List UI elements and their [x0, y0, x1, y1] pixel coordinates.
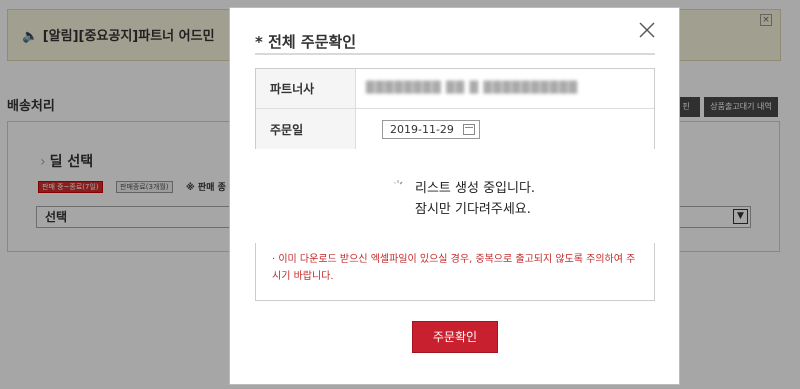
close-icon[interactable]: [638, 21, 656, 39]
loading-message: 리스트 생성 중입니다.: [415, 181, 536, 196]
order-date-value: 2019-11-29: [390, 123, 454, 136]
confirm-order-button[interactable]: 주문확인: [412, 321, 498, 353]
partner-value: ████████ ██ █ ██████████: [366, 81, 579, 94]
duplicate-warning: · 이미 다운로드 받으신 엑셀파일이 있으실 경우, 중복으로 출고되지 않도…: [272, 254, 636, 282]
order-date-input[interactable]: 2019-11-29: [382, 120, 480, 139]
modal-title: * 전체 주문확인: [255, 33, 357, 51]
spinner-icon: [393, 180, 403, 185]
loading-wait-message: 잠시만 기다려주세요.: [415, 202, 531, 217]
partner-label: 파트너사: [256, 69, 356, 108]
order-date-label: 주문일: [256, 109, 356, 149]
partner-row: 파트너사 ████████ ██ █ ██████████: [256, 69, 654, 109]
loading-box: 리스트 생성 중입니다. 잠시만 기다려주세요.: [236, 149, 673, 243]
order-date-row: 주문일 2019-11-29: [256, 109, 654, 150]
calendar-icon[interactable]: [463, 124, 475, 135]
title-divider: [255, 53, 655, 55]
